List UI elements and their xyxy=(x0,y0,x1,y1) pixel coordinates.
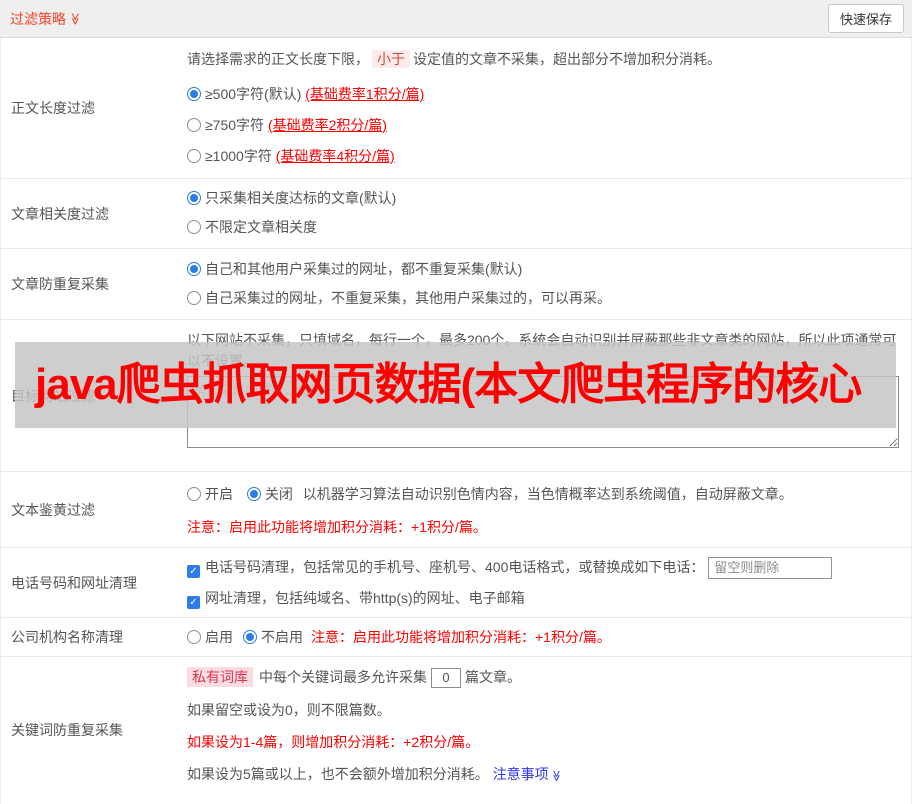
private-lexicon-badge[interactable]: 私有词库 xyxy=(187,667,253,687)
porn-filter-cost-note: 注意：启用此功能将增加积分消耗：+1积分/篇。 xyxy=(187,519,487,535)
length-filter-intro: 请选择需求的正文长度下限， 小于 设定值的文章不采集，超出部分不增加积分消耗。 xyxy=(187,49,903,70)
row-label-relevance: 文章相关度过滤 xyxy=(11,205,109,222)
intro-highlight-lessthan: 小于 xyxy=(372,50,410,68)
checkbox-phone-clean[interactable]: ✓ xyxy=(187,565,200,578)
watermark-banner-overlay: java爬虫抓取网页数据(本文爬虫程序的核心 xyxy=(15,342,896,428)
row-phone-url-clean: 电话号码和网址清理 ✓ 电话号码清理，包括常见的手机号、座机号、400电话格式，或… xyxy=(1,548,911,618)
filter-strategy-page: 过滤策略 ≫ 快速保存 正文长度过滤 请选择需求的正文长度下限， 小于 设定值的文章… xyxy=(0,0,912,804)
row-label-phone-url-clean: 电话号码和网址清理 xyxy=(11,574,137,591)
keyword-limit-line: 私有词库中每个关键词最多允许采集 篇文章。 xyxy=(187,667,903,688)
length-option-1000-rate-note: (基础费率4积分/篇) xyxy=(275,148,395,164)
porn-option-on-label: 开启 xyxy=(205,486,233,502)
dedup-option-self-label: 自己采集过的网址，不重复采集，其他用户采集过的，可以再采。 xyxy=(205,290,611,306)
row-content: 开启 关闭 以机器学习算法自动识别色情内容，当色情概率达到系统阈值，自动屏蔽文章… xyxy=(177,472,911,547)
porn-option-off[interactable]: 关闭 xyxy=(246,486,293,502)
radio-company-off[interactable] xyxy=(243,630,257,644)
row-label-article-dedup: 文章防重复采集 xyxy=(11,276,109,292)
company-option-off-label: 不启用 xyxy=(261,629,303,645)
phone-clean-option: ✓ 电话号码清理，包括常见的手机号、座机号、400电话格式，或替换成如下电话： xyxy=(187,554,903,580)
radio-750-chars[interactable] xyxy=(187,118,201,132)
length-option-500-rate-note: (基础费率1积分/篇) xyxy=(305,86,425,102)
radio-1000-chars[interactable] xyxy=(187,149,201,163)
porn-filter-desc: 以机器学习算法自动识别色情内容，当色情概率达到系统阈值，自动屏蔽文章。 xyxy=(302,486,793,502)
row-content: 只采集相关度达标的文章(默认) 不限定文章相关度 xyxy=(177,179,911,248)
relevance-option-strict-label: 只采集相关度达标的文章(默认) xyxy=(205,190,397,206)
dedup-option-global-label: 自己和其他用户采集过的网址，都不重复采集(默认) xyxy=(205,261,523,277)
radio-dedup-self[interactable] xyxy=(187,291,201,305)
company-option-on[interactable]: 启用 xyxy=(187,627,233,647)
company-option-on-label: 启用 xyxy=(205,629,233,645)
row-label-keyword-dedup: 关键词防重复采集 xyxy=(11,722,123,739)
keyword-note-cost: 如果设为1-4篇，则增加积分消耗：+2积分/篇。 xyxy=(187,733,480,750)
phone-clean-label: 电话号码清理，包括常见的手机号、座机号、400电话格式，或替换成如下电话： xyxy=(205,559,705,575)
length-option-500[interactable]: ≥500字符(默认) (基础费率1积分/篇) xyxy=(187,79,903,110)
row-relevance-filter: 文章相关度过滤 只采集相关度达标的文章(默认) 不限定文章相关度 xyxy=(1,179,911,249)
radio-500-chars[interactable] xyxy=(187,87,201,101)
row-content: 自己和其他用户采集过的网址，都不重复采集(默认) 自己采集过的网址，不重复采集，… xyxy=(177,249,911,319)
company-clean-cost-note: 注意：启用此功能将增加积分消耗：+1积分/篇。 xyxy=(311,629,611,645)
row-label-company-clean: 公司机构名称清理 xyxy=(11,629,123,645)
length-option-1000-label: ≥1000字符 xyxy=(205,148,272,164)
section-title-text: 过滤策略 xyxy=(10,10,66,27)
row-label-porn-filter: 文本鉴黄过滤 xyxy=(11,501,95,518)
length-option-500-label: ≥500字符(默认) xyxy=(205,86,302,102)
dedup-option-global[interactable]: 自己和其他用户采集过的网址，都不重复采集(默认) xyxy=(187,255,903,284)
row-content-length-filter: 正文长度过滤 请选择需求的正文长度下限， 小于 设定值的文章不采集，超出部分不增加积… xyxy=(1,38,911,179)
section-title-filter-strategy[interactable]: 过滤策略 ≫ xyxy=(10,9,82,29)
watermark-banner-text: java爬虫抓取网页数据(本文爬虫程序的核心 xyxy=(35,360,862,409)
chevron-double-down-icon: ≫ xyxy=(549,769,562,782)
checkbox-url-clean[interactable]: ✓ xyxy=(187,596,200,609)
row-article-dedup: 文章防重复采集 自己和其他用户采集过的网址，都不重复采集(默认) 自己采集过的网… xyxy=(1,249,911,320)
row-company-clean: 公司机构名称清理 启用 不启用 注意：启用此功能将增加积分消耗：+1积分/篇。 xyxy=(1,618,911,657)
relevance-option-strict[interactable]: 只采集相关度达标的文章(默认) xyxy=(187,184,903,213)
row-keyword-dedup: 关键词防重复采集 私有词库中每个关键词最多允许采集 篇文章。 如果留空或设为0，则… xyxy=(1,657,911,804)
radio-company-on[interactable] xyxy=(187,630,201,644)
length-option-1000[interactable]: ≥1000字符 (基础费率4积分/篇) xyxy=(187,141,903,172)
chevron-double-down-icon: ≫ xyxy=(68,12,83,25)
replacement-phone-input[interactable] xyxy=(708,556,833,579)
radio-dedup-global[interactable] xyxy=(187,262,201,276)
row-content: ✓ 电话号码清理，包括常见的手机号、座机号、400电话格式，或替换成如下电话： ✓… xyxy=(177,548,911,617)
radio-porn-on[interactable] xyxy=(187,487,201,501)
length-option-750-label: ≥750字符 xyxy=(205,117,265,133)
row-content: 私有词库中每个关键词最多允许采集 篇文章。 如果留空或设为0，则不限篇数。 如果设… xyxy=(177,657,911,804)
keyword-note-unlimited: 如果留空或设为0，则不限篇数。 xyxy=(187,701,391,718)
radio-relevance-any[interactable] xyxy=(187,220,201,234)
porn-filter-options: 开启 关闭 以机器学习算法自动识别色情内容，当色情概率达到系统阈值，自动屏蔽文章… xyxy=(187,484,903,504)
row-label-content-length: 正文长度过滤 xyxy=(11,100,95,116)
length-option-750-rate-note: (基础费率2积分/篇) xyxy=(267,117,387,133)
row-porn-filter: 文本鉴黄过滤 开启 关闭 以机器学习算法自动识别色情内容，当色情概率达到系统阈值… xyxy=(1,472,911,548)
row-content: 请选择需求的正文长度下限， 小于 设定值的文章不采集，超出部分不增加积分消耗。 ≥5… xyxy=(177,38,911,178)
keyword-limit-input[interactable] xyxy=(431,667,461,688)
header-bar: 过滤策略 ≫ 快速保存 xyxy=(0,0,912,38)
porn-option-on[interactable]: 开启 xyxy=(187,486,233,502)
url-clean-option: ✓ 网址清理，包括纯域名、带http(s)的网址、电子邮箱 xyxy=(187,585,903,611)
company-option-off[interactable]: 不启用 xyxy=(243,627,303,647)
row-content: 启用 不启用 注意：启用此功能将增加积分消耗：+1积分/篇。 xyxy=(177,618,911,656)
keyword-note-five-plus: 如果设为5篇或以上，也不会额外增加积分消耗。 注意事项≫ xyxy=(187,764,903,786)
intro-text-post: 设定值的文章不采集，超出部分不增加积分消耗。 xyxy=(413,51,721,67)
porn-option-off-label: 关闭 xyxy=(264,486,293,502)
keyword-limit-text-post: 篇文章。 xyxy=(465,669,521,685)
relevance-option-any-label: 不限定文章相关度 xyxy=(205,219,317,235)
intro-text-pre: 请选择需求的正文长度下限， xyxy=(187,51,369,67)
dedup-option-self[interactable]: 自己采集过的网址，不重复采集，其他用户采集过的，可以再采。 xyxy=(187,284,903,313)
radio-porn-off[interactable] xyxy=(246,487,261,501)
url-clean-label: 网址清理，包括纯域名、带http(s)的网址、电子邮箱 xyxy=(205,590,525,606)
radio-relevance-strict[interactable] xyxy=(187,191,201,205)
relevance-option-any[interactable]: 不限定文章相关度 xyxy=(187,213,903,242)
keyword-limit-text-pre: 中每个关键词最多允许采集 xyxy=(259,669,427,685)
quick-save-button[interactable]: 快速保存 xyxy=(827,4,904,33)
length-option-750[interactable]: ≥750字符 (基础费率2积分/篇) xyxy=(187,110,903,141)
